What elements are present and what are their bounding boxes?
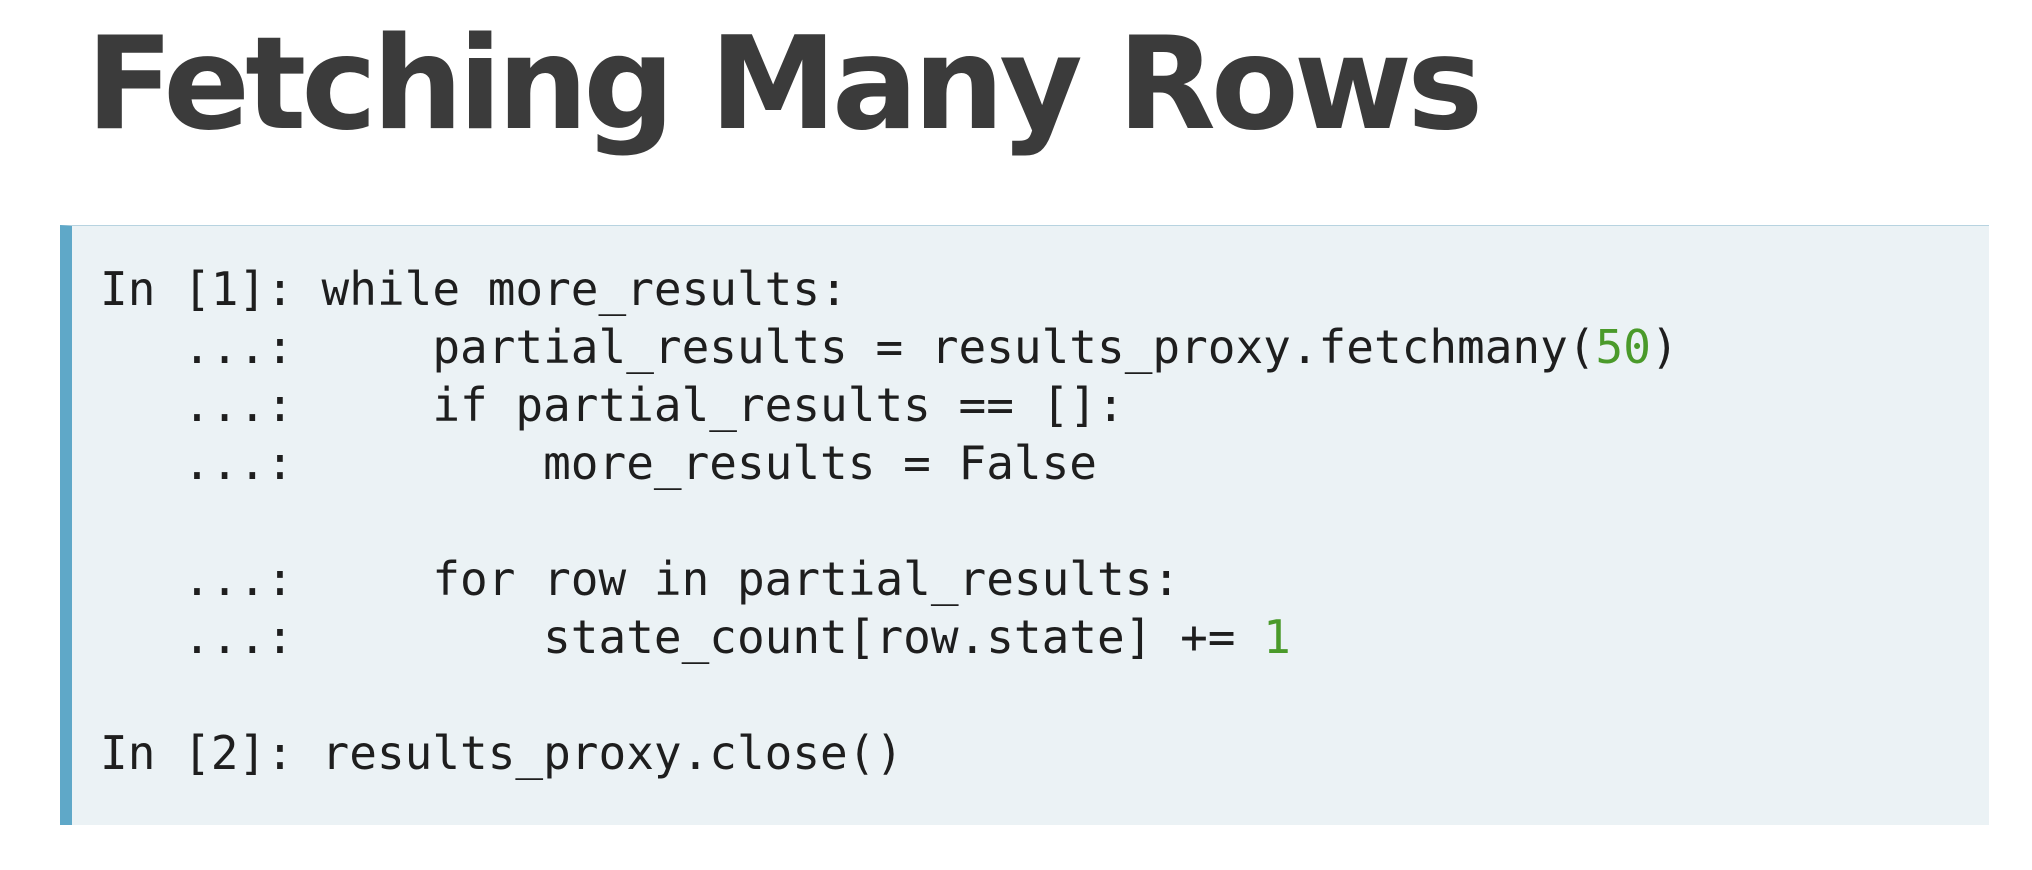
code-text: ...: state_count[row.state] +=: [100, 610, 1264, 664]
code-text: ...: partial_results = results_proxy.fet…: [100, 320, 1596, 374]
code-lines: In [1]: while more_results: ...: partial…: [100, 260, 1679, 782]
code-line-1: In [1]: while more_results:: [100, 262, 848, 316]
number-literal: 1: [1263, 610, 1291, 664]
code-line-7: ...: state_count[row.state] += 1: [100, 608, 1679, 666]
code-line-9: In [2]: results_proxy.close(): [100, 726, 904, 780]
slide-title: Fetching Many Rows: [86, 10, 1483, 159]
number-literal: 50: [1595, 320, 1651, 374]
code-text: ): [1650, 320, 1679, 374]
code-line-3: ...: if partial_results == []:: [100, 378, 1125, 432]
code-line-6: ...: for row in partial_results:: [100, 552, 1181, 606]
code-line-2: ...: partial_results = results_proxy.fet…: [100, 318, 1679, 376]
code-line-4: ...: more_results = False: [100, 436, 1097, 490]
